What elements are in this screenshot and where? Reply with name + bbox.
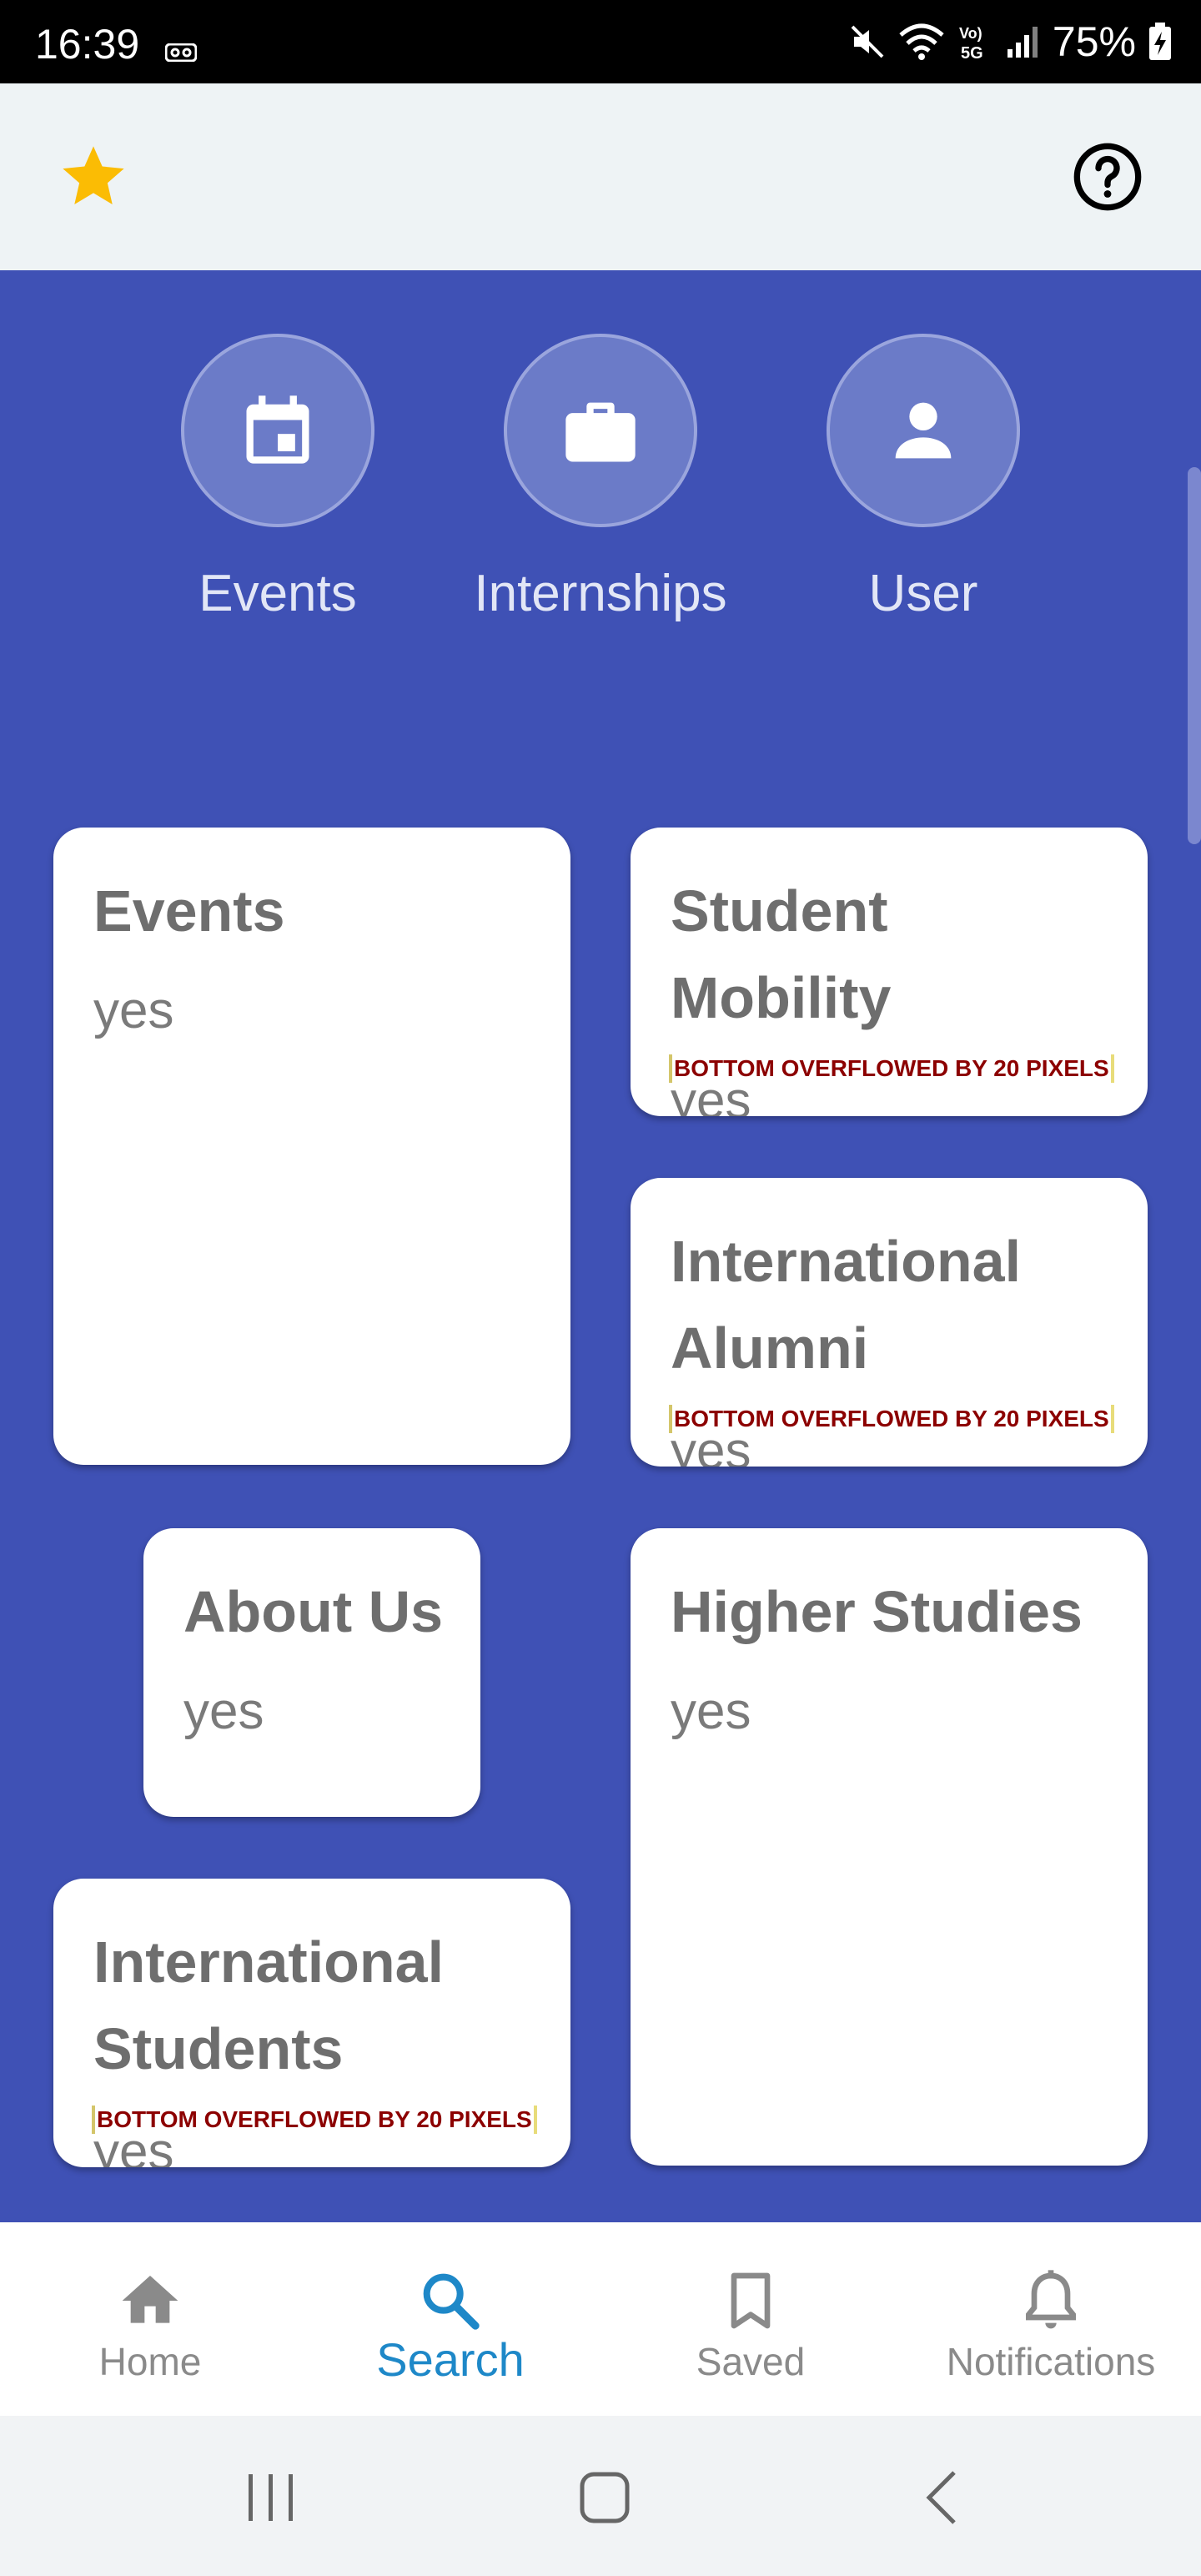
card-subtitle: yes	[183, 1683, 264, 1740]
nav-saved[interactable]: Saved	[600, 2222, 901, 2416]
quick-actions: Events Internships User	[0, 270, 1201, 654]
home-button-icon[interactable]	[575, 2468, 634, 2526]
nav-label: Home	[98, 2340, 202, 2383]
battery-charging-icon	[1149, 23, 1171, 60]
nav-home[interactable]: Home	[0, 2222, 300, 2416]
star-icon[interactable]	[57, 140, 130, 214]
battery-percent: 75%	[1052, 18, 1136, 65]
wifi-icon	[899, 23, 944, 60]
card-about-us[interactable]: About Us yes	[143, 1528, 480, 1817]
mute-icon	[851, 25, 884, 58]
card-subtitle: yes	[671, 1072, 751, 1116]
internships-circle-button[interactable]	[504, 334, 697, 527]
card-title: Events	[93, 878, 285, 943]
card-title: International Alumni	[671, 1229, 1022, 1381]
card-subtitle: yes	[671, 1422, 751, 1467]
status-bar: 16:39 Vo) 5G 75%	[0, 0, 1201, 83]
svg-text:5G: 5G	[961, 44, 983, 62]
app-bar	[0, 83, 1201, 270]
signal-icon	[1007, 27, 1038, 58]
card-subtitle: yes	[93, 982, 174, 1039]
nav-label: Notifications	[946, 2340, 1156, 2383]
nav-label: Saved	[696, 2340, 806, 2383]
person-icon	[895, 402, 952, 459]
card-student-mobility[interactable]: Student Mobility BOTTOM OVERFLOWED BY 20…	[631, 828, 1148, 1116]
svg-text:Vo): Vo)	[959, 25, 982, 42]
bell-icon	[1026, 2270, 1076, 2329]
scrollbar[interactable]	[1188, 467, 1201, 844]
bottom-nav: Home Search Saved Notifications	[0, 2222, 1201, 2416]
recent-apps-icon[interactable]	[242, 2468, 300, 2526]
card-subtitle: yes	[93, 2123, 174, 2167]
help-circle-icon[interactable]	[1071, 140, 1144, 214]
card-international-alumni[interactable]: International Alumni BOTTOM OVERFLOWED B…	[631, 1178, 1148, 1467]
card-title: About Us	[183, 1579, 444, 1644]
home-icon	[122, 2276, 178, 2323]
status-time: 16:39	[35, 21, 140, 68]
briefcase-icon	[565, 402, 636, 462]
nav-label: Search	[376, 2333, 525, 2386]
volte-5g-icon: Vo) 5G	[959, 25, 983, 62]
card-title: Higher Studies	[671, 1579, 1083, 1644]
card-title: Student Mobility	[671, 878, 892, 1030]
nav-notifications[interactable]: Notifications	[901, 2222, 1201, 2416]
card-higher-studies[interactable]: Higher Studies yes	[631, 1528, 1148, 2166]
voicemail-icon	[165, 43, 197, 62]
search-icon	[423, 2273, 480, 2330]
quick-action-label: User	[868, 565, 978, 622]
back-icon[interactable]	[914, 2468, 972, 2526]
quick-action-label: Events	[198, 565, 357, 622]
calendar-icon	[246, 395, 309, 464]
main-content: Events Internships User Events yes Stude…	[0, 270, 1201, 2222]
status-icons: Vo) 5G 75%	[849, 17, 1173, 67]
card-events[interactable]: Events yes	[53, 828, 570, 1465]
quick-action-events[interactable]: Events	[128, 270, 428, 654]
events-circle-button[interactable]	[181, 334, 374, 527]
user-circle-button[interactable]	[827, 334, 1020, 527]
card-international-students[interactable]: International Students BOTTOM OVERFLOWED…	[53, 1879, 570, 2167]
quick-action-user[interactable]: User	[773, 270, 1073, 654]
quick-action-internships[interactable]: Internships	[450, 270, 751, 654]
bookmark-icon	[731, 2272, 771, 2329]
system-nav-bar	[0, 2416, 1201, 2576]
quick-action-label: Internships	[474, 565, 727, 622]
card-title: International Students	[93, 1929, 445, 2081]
card-subtitle: yes	[671, 1683, 751, 1740]
nav-search[interactable]: Search	[300, 2222, 600, 2416]
